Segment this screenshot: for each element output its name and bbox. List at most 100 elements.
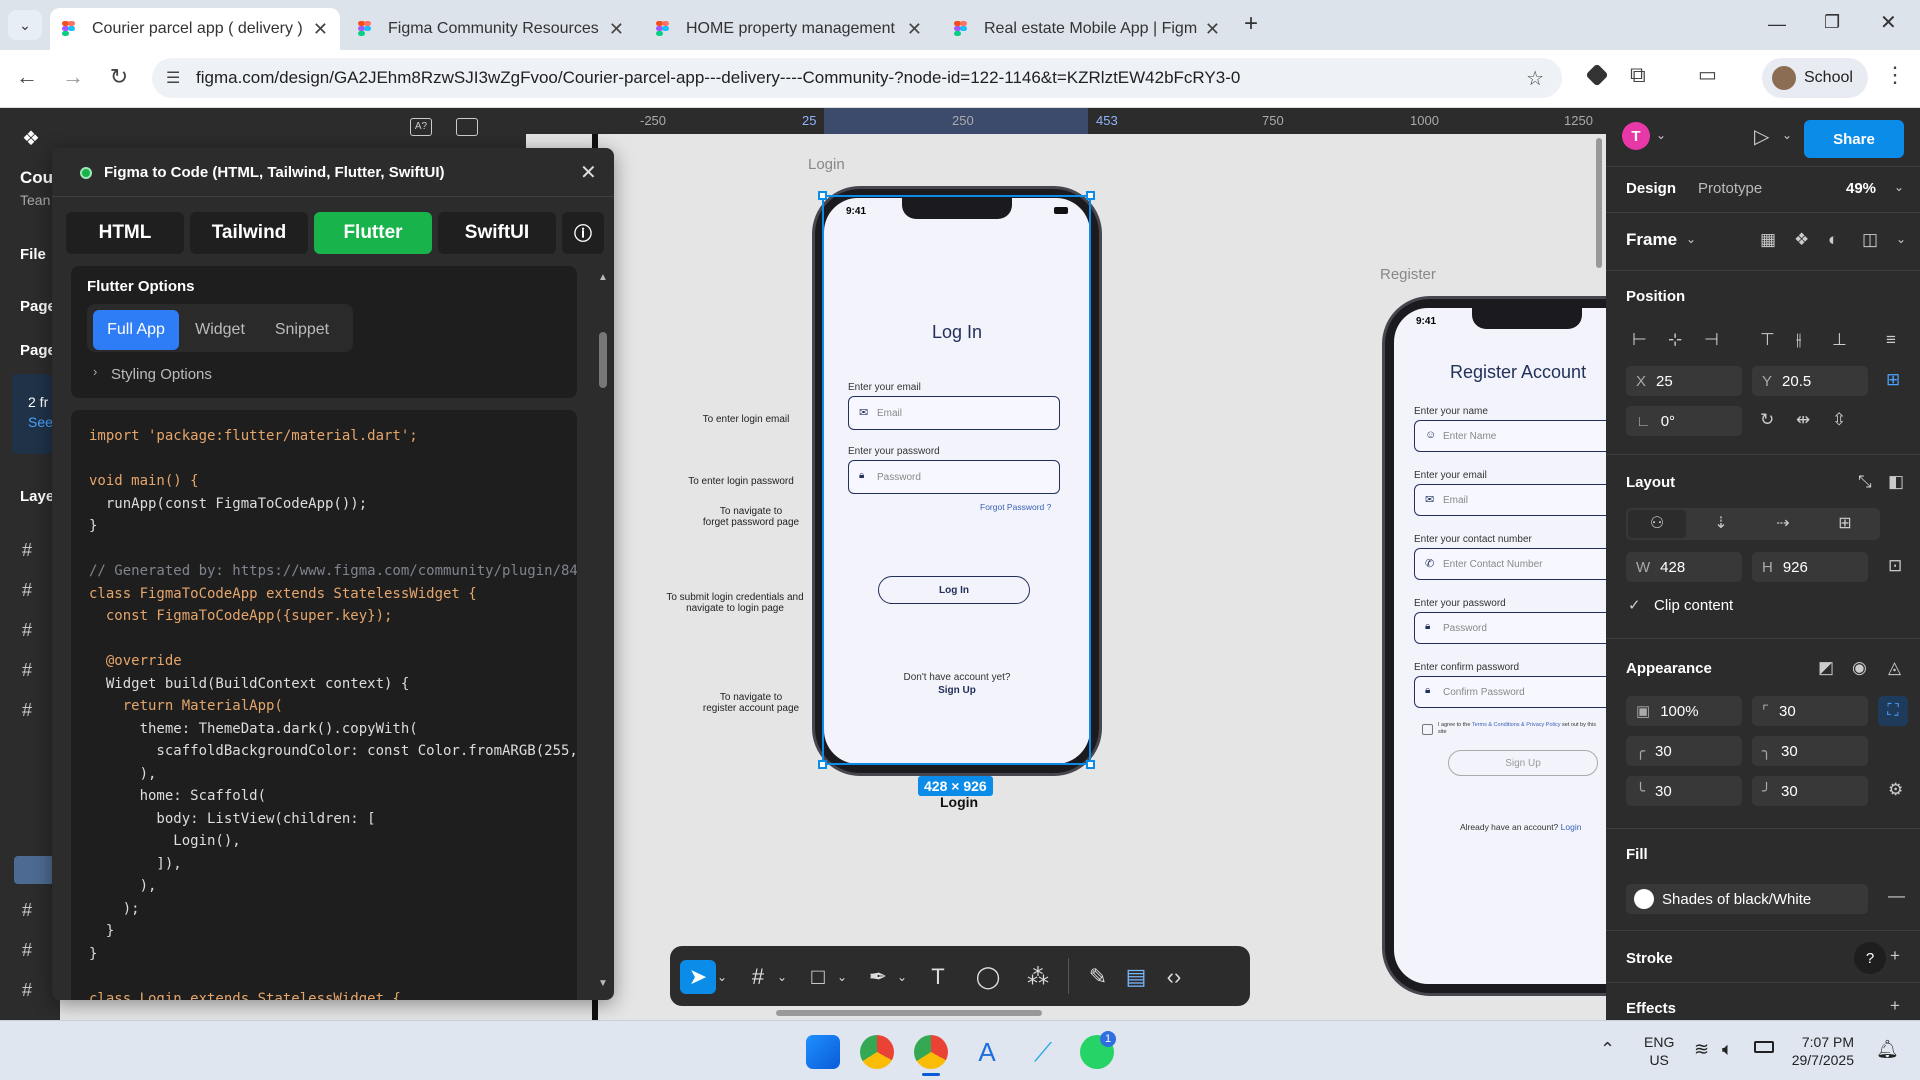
login-frame-label[interactable]: Login <box>808 156 845 173</box>
browser-tab-2[interactable]: Figma Community Resources m ✕ <box>346 8 636 50</box>
plugin-scrollbar[interactable]: ▲ ▼ <box>598 272 608 992</box>
chevron-up-icon[interactable]: ⌃ <box>1600 1039 1615 1060</box>
profile-button[interactable]: School <box>1762 58 1868 98</box>
layer-frame-icon[interactable]: # <box>22 660 32 681</box>
mode-full-app[interactable]: Full App <box>93 310 179 350</box>
user-avatar[interactable]: T <box>1622 122 1650 150</box>
layer-selected-highlight[interactable] <box>14 856 54 884</box>
file-menu[interactable]: File <box>20 246 46 263</box>
actions-icon[interactable]: ⁂ <box>1020 960 1056 994</box>
app-store-icon[interactable]: A <box>970 1035 1004 1069</box>
layer-frame-icon[interactable]: # <box>22 620 32 641</box>
frame-type-dropdown[interactable]: Frame <box>1626 230 1677 250</box>
canvas-scrollbar[interactable] <box>1596 138 1602 268</box>
mode-widget[interactable]: Widget <box>183 310 257 350</box>
canvas-hscrollbar[interactable] <box>776 1010 1042 1016</box>
width-field[interactable]: W 428 <box>1626 552 1742 582</box>
draw-mode-icon[interactable]: ✎ <box>1080 960 1116 994</box>
chrome-profile-icon[interactable] <box>860 1035 894 1069</box>
reload-icon[interactable]: ↻ <box>104 64 134 90</box>
minimize-icon[interactable]: — <box>1768 14 1786 35</box>
corner-br-field[interactable]: ╯ 30 <box>1752 776 1868 806</box>
zoom-level[interactable]: 49% <box>1846 180 1876 197</box>
distribute-icon[interactable]: ≡ <box>1886 330 1896 350</box>
independent-corners-icon[interactable]: ⛶ <box>1878 696 1908 726</box>
align-left-icon[interactable]: ⊢ <box>1632 330 1647 350</box>
tab-html[interactable]: HTML <box>66 212 184 254</box>
volume-icon[interactable]: 🔈︎ <box>1722 1039 1733 1060</box>
tab-close-icon[interactable]: ✕ <box>907 19 922 40</box>
rotate-icon[interactable]: ↻ <box>1760 410 1774 430</box>
align-bottom-icon[interactable]: ⊥ <box>1832 330 1847 350</box>
grid-icon[interactable]: ▦ <box>1760 230 1776 250</box>
cast-icon[interactable]: ▭ <box>1698 62 1717 87</box>
scroll-up-icon[interactable]: ▲ <box>598 272 608 283</box>
resize-handle[interactable] <box>818 191 827 200</box>
add-effect-icon[interactable]: + <box>1890 996 1900 1016</box>
panel-toggle-icon[interactable] <box>456 118 478 136</box>
frame-tool-icon[interactable]: # <box>740 960 776 994</box>
maximize-icon[interactable]: ❐ <box>1824 12 1840 33</box>
chevron-down-icon[interactable]: ⌄ <box>1686 232 1696 246</box>
terms-checkbox[interactable] <box>1422 724 1433 735</box>
design-mode-icon[interactable]: ▤ <box>1118 960 1154 994</box>
present-play-icon[interactable]: ▷ <box>1754 124 1769 149</box>
chevron-down-icon[interactable]: ⌄ <box>1782 128 1792 142</box>
clock[interactable]: 7:07 PM 29/7/2025 <box>1790 1033 1854 1069</box>
remove-fill-icon[interactable]: — <box>1888 886 1905 906</box>
site-info-icon[interactable]: ☰ <box>166 68 180 88</box>
browser-tab-3[interactable]: HOME property management a ✕ <box>644 8 934 50</box>
resize-handle[interactable] <box>818 760 827 769</box>
tab-design[interactable]: Design <box>1626 180 1676 197</box>
clip-content-label[interactable]: Clip content <box>1654 597 1733 614</box>
register-phone-frame[interactable]: 9:41 Register Account Enter your name ☺ E… <box>1382 296 1606 996</box>
layer-frame-icon[interactable]: # <box>22 580 32 601</box>
comment-tool-icon[interactable]: ◯ <box>970 960 1006 994</box>
constraints-icon[interactable]: ⊞ <box>1886 370 1900 390</box>
tab-swiftui[interactable]: SwiftUI <box>438 212 556 254</box>
chevron-down-icon[interactable]: ⌄ <box>1656 128 1666 142</box>
corner-smoothing-icon[interactable]: ⚙ <box>1888 780 1903 800</box>
pages-tab-short[interactable]: Page <box>20 342 56 359</box>
scroll-thumb[interactable] <box>599 332 607 388</box>
notification-icon[interactable]: 🔔︎ <box>1876 1039 1899 1060</box>
confirm-field[interactable]: 🔒︎ Confirm Password <box>1414 676 1606 708</box>
layer-frame-icon[interactable]: # <box>22 940 32 961</box>
layer-frame-icon[interactable]: # <box>22 980 32 1001</box>
file-name-short[interactable]: Cou <box>20 168 53 188</box>
design-canvas[interactable]: -250 25 250 453 750 1000 1250 Login To e… <box>526 108 1606 1020</box>
chevron-down-icon[interactable]: ⌄ <box>1894 180 1904 194</box>
tab-close-icon[interactable]: ✕ <box>313 19 328 40</box>
plugin-close-icon[interactable]: ✕ <box>580 160 597 185</box>
resize-to-fit-icon[interactable]: ⊡ <box>1888 556 1902 576</box>
chevron-down-icon[interactable]: ⌄ <box>834 960 850 994</box>
resize-handle[interactable] <box>1086 191 1095 200</box>
tab-search-button[interactable]: ⌄ <box>8 10 42 40</box>
layout-vertical[interactable]: ⇣ <box>1692 510 1750 538</box>
see-link-short[interactable]: See <box>28 414 53 430</box>
rotation-field[interactable]: ∟ 0° <box>1626 406 1742 436</box>
fill-style-field[interactable]: Shades of black/White <box>1626 884 1868 914</box>
flip-horizontal-icon[interactable]: ⇹ <box>1796 410 1810 430</box>
wifi-icon[interactable]: ≋ <box>1694 1039 1709 1060</box>
language-indicator[interactable]: ENG US <box>1644 1033 1674 1069</box>
flutter-icon[interactable]: ⟋ <box>1026 1035 1060 1069</box>
rectangle-tool-icon[interactable]: □ <box>800 960 836 994</box>
address-bar[interactable]: ☰ figma.com/design/GA2JEhm8RzwSJI3wZgFvo… <box>152 58 1562 98</box>
height-field[interactable]: H 926 <box>1752 552 1868 582</box>
opacity-field[interactable]: ▣ 100% <box>1626 696 1742 726</box>
reg-password-field[interactable]: 🔒︎ Password <box>1414 612 1606 644</box>
y-field[interactable]: Y 20.5 <box>1752 366 1868 396</box>
chevron-right-icon[interactable]: › <box>93 364 97 379</box>
layer-frame-icon[interactable]: # <box>22 700 32 721</box>
windows-start-icon[interactable] <box>806 1035 840 1069</box>
signup-button[interactable]: Sign Up <box>1448 750 1598 776</box>
close-window-icon[interactable]: ✕ <box>1880 10 1897 35</box>
chevron-down-icon[interactable]: ⌄ <box>894 960 910 994</box>
align-right-icon[interactable]: ⊣ <box>1704 330 1719 350</box>
corner-bl-field[interactable]: ╰ 30 <box>1626 776 1742 806</box>
forward-icon[interactable]: → <box>58 64 88 90</box>
new-tab-button[interactable]: + <box>1244 10 1258 38</box>
extensions-puzzle-icon[interactable]: ⧉ <box>1630 62 1646 88</box>
figma-menu-icon[interactable]: ❖ <box>22 126 40 151</box>
